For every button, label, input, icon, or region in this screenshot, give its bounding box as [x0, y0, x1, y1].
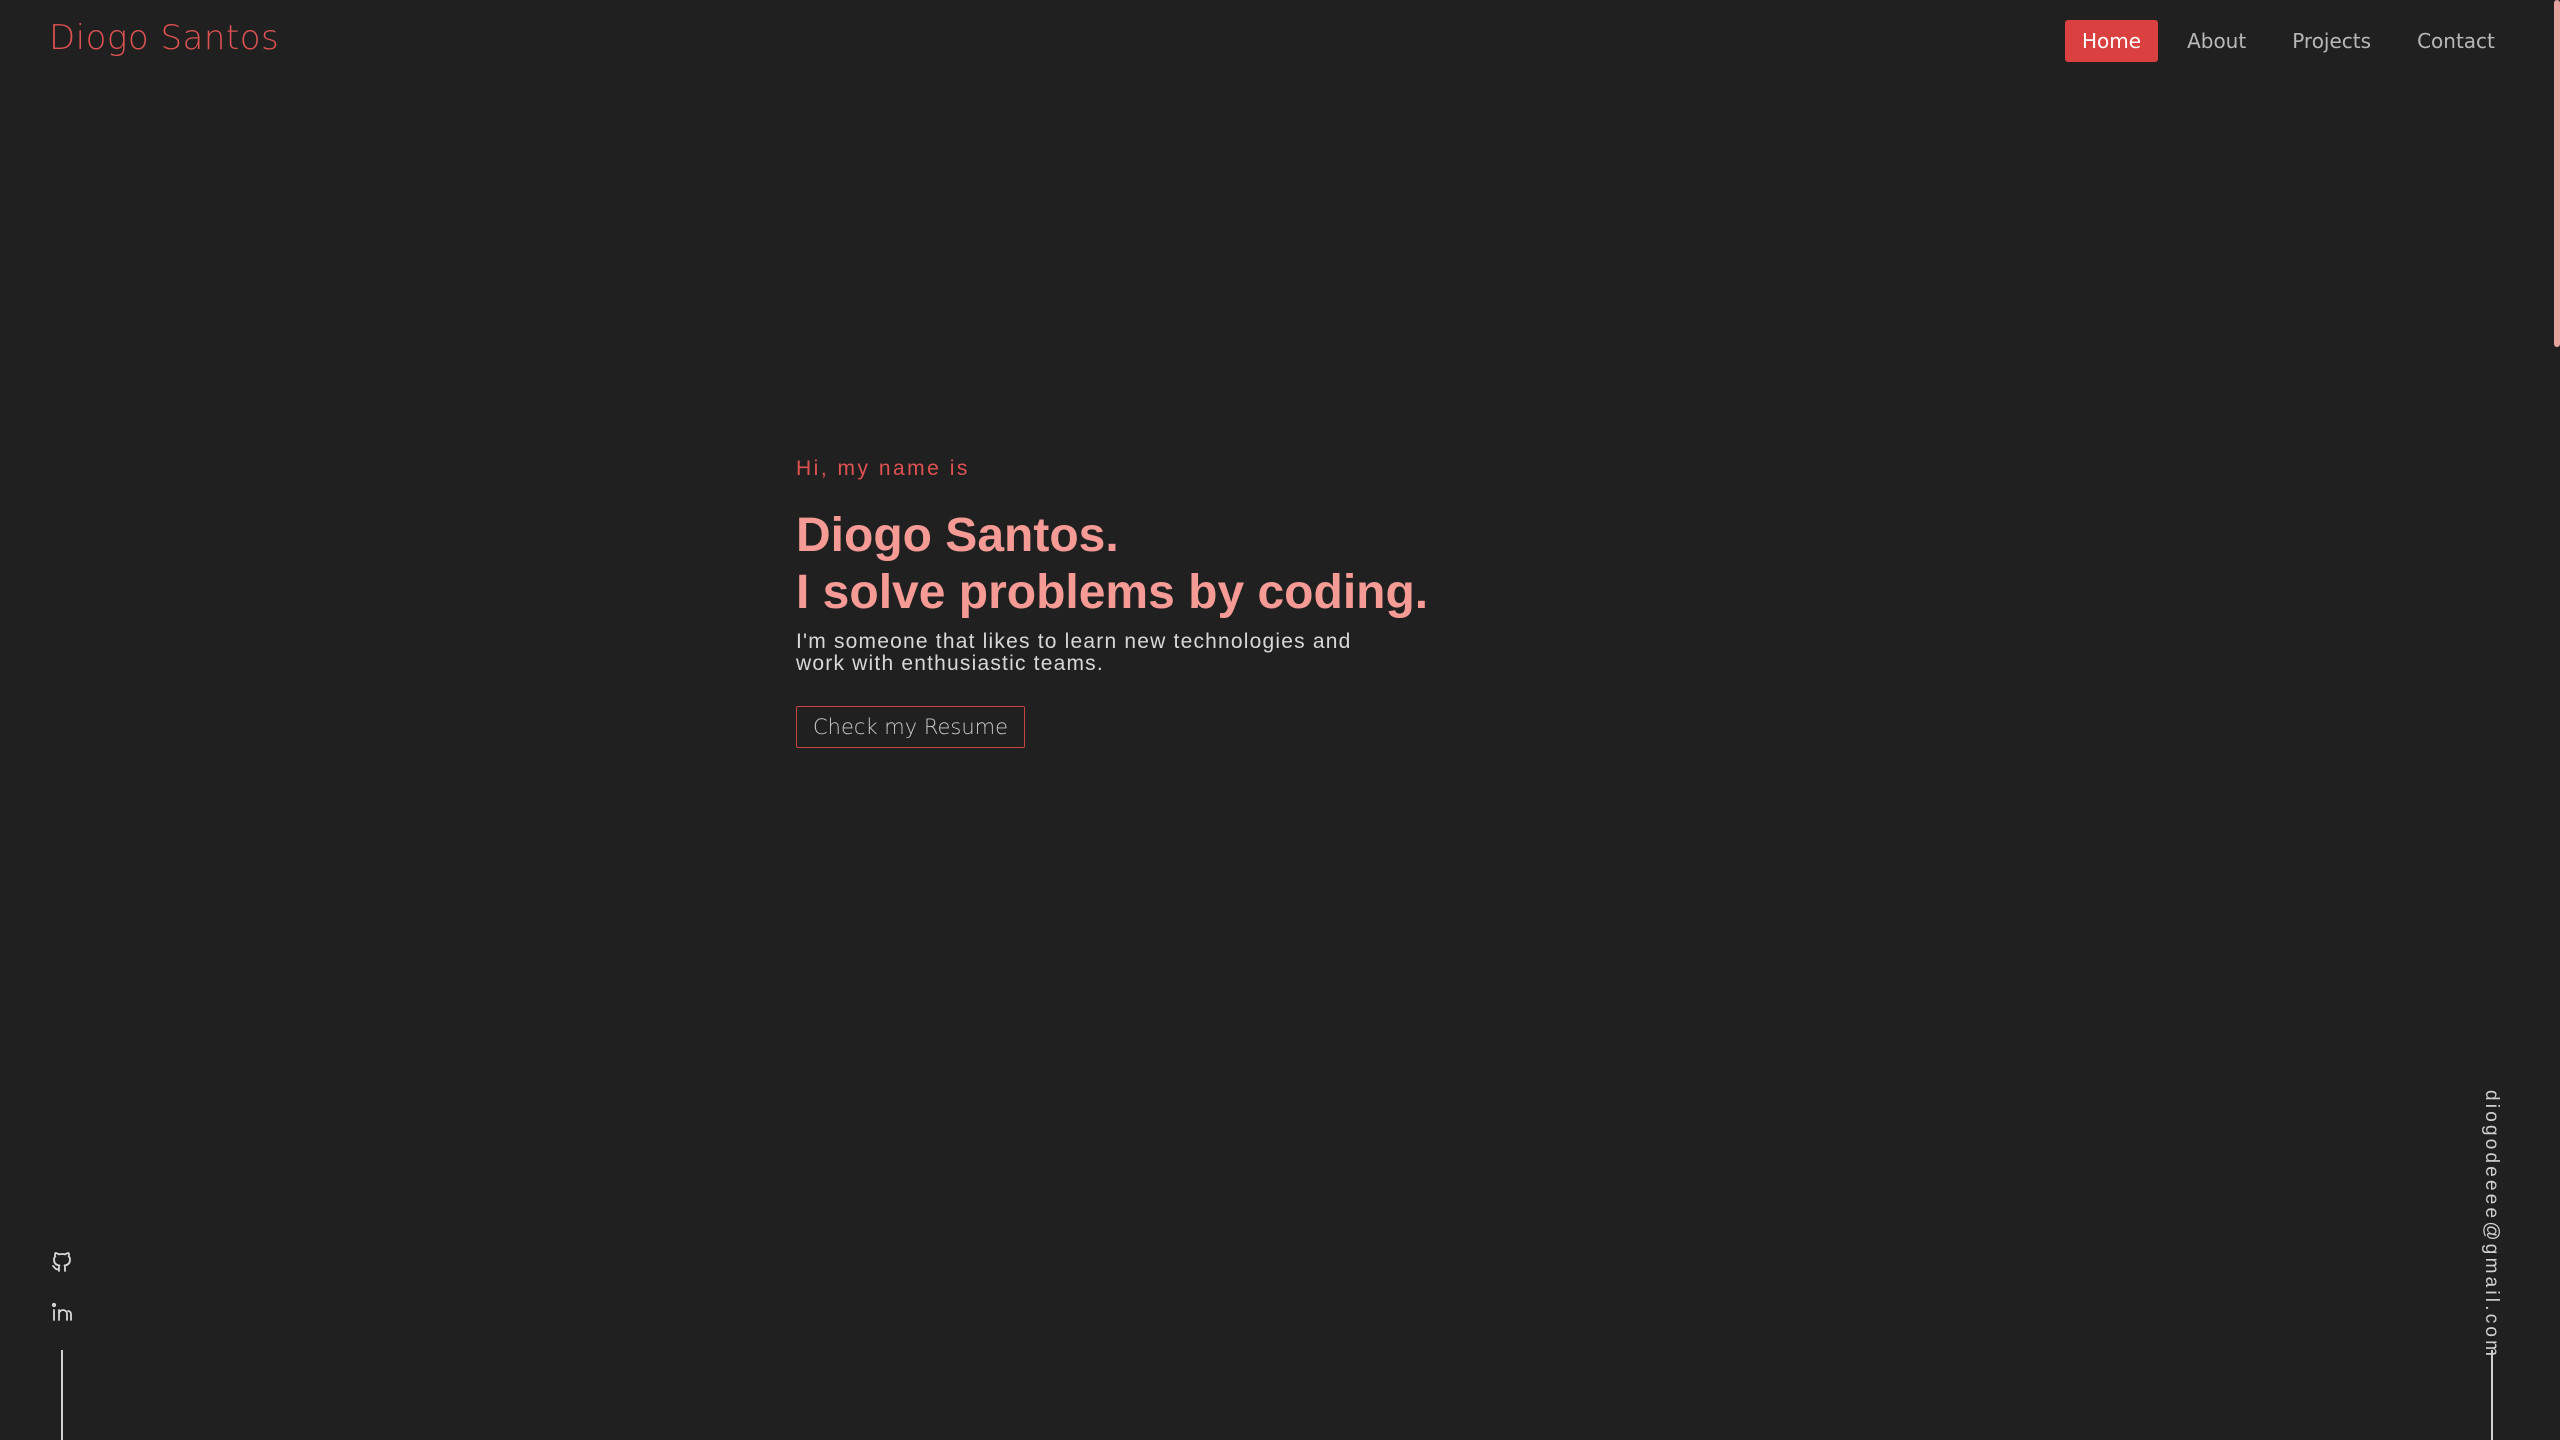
main-nav: Home About Projects Contact: [2065, 20, 2512, 62]
right-divider-line: [2491, 1350, 2493, 1440]
hero-blurb: I'm someone that likes to learn new tech…: [796, 630, 1352, 675]
email-link[interactable]: diogodeeee@gmail.com: [2480, 1090, 2502, 1359]
hero-name: Diogo Santos.: [796, 509, 1119, 562]
scrollbar[interactable]: [2552, 0, 2560, 1440]
resume-button[interactable]: Check my Resume: [796, 706, 1026, 748]
hero-intro: Hi, my name is: [796, 457, 970, 480]
linkedin-icon[interactable]: [50, 1300, 74, 1324]
brand-logo[interactable]: Diogo Santos: [49, 18, 279, 58]
nav-contact[interactable]: Contact: [2400, 20, 2512, 62]
nav-projects[interactable]: Projects: [2275, 20, 2388, 62]
hero-tagline: I solve problems by coding.: [796, 566, 1429, 619]
email-sidebar: diogodeeee@gmail.com: [2466, 1090, 2516, 1359]
github-icon[interactable]: [50, 1250, 74, 1274]
nav-about[interactable]: About: [2170, 20, 2263, 62]
hero-section: Hi, my name is Diogo Santos. I solve pro…: [796, 457, 1436, 748]
social-links: [50, 1250, 74, 1324]
hero-headline: Diogo Santos. I solve problems by coding…: [796, 507, 1436, 621]
scrollbar-thumb[interactable]: [2554, 0, 2560, 347]
nav-home[interactable]: Home: [2065, 20, 2159, 62]
left-divider-line: [61, 1350, 63, 1440]
